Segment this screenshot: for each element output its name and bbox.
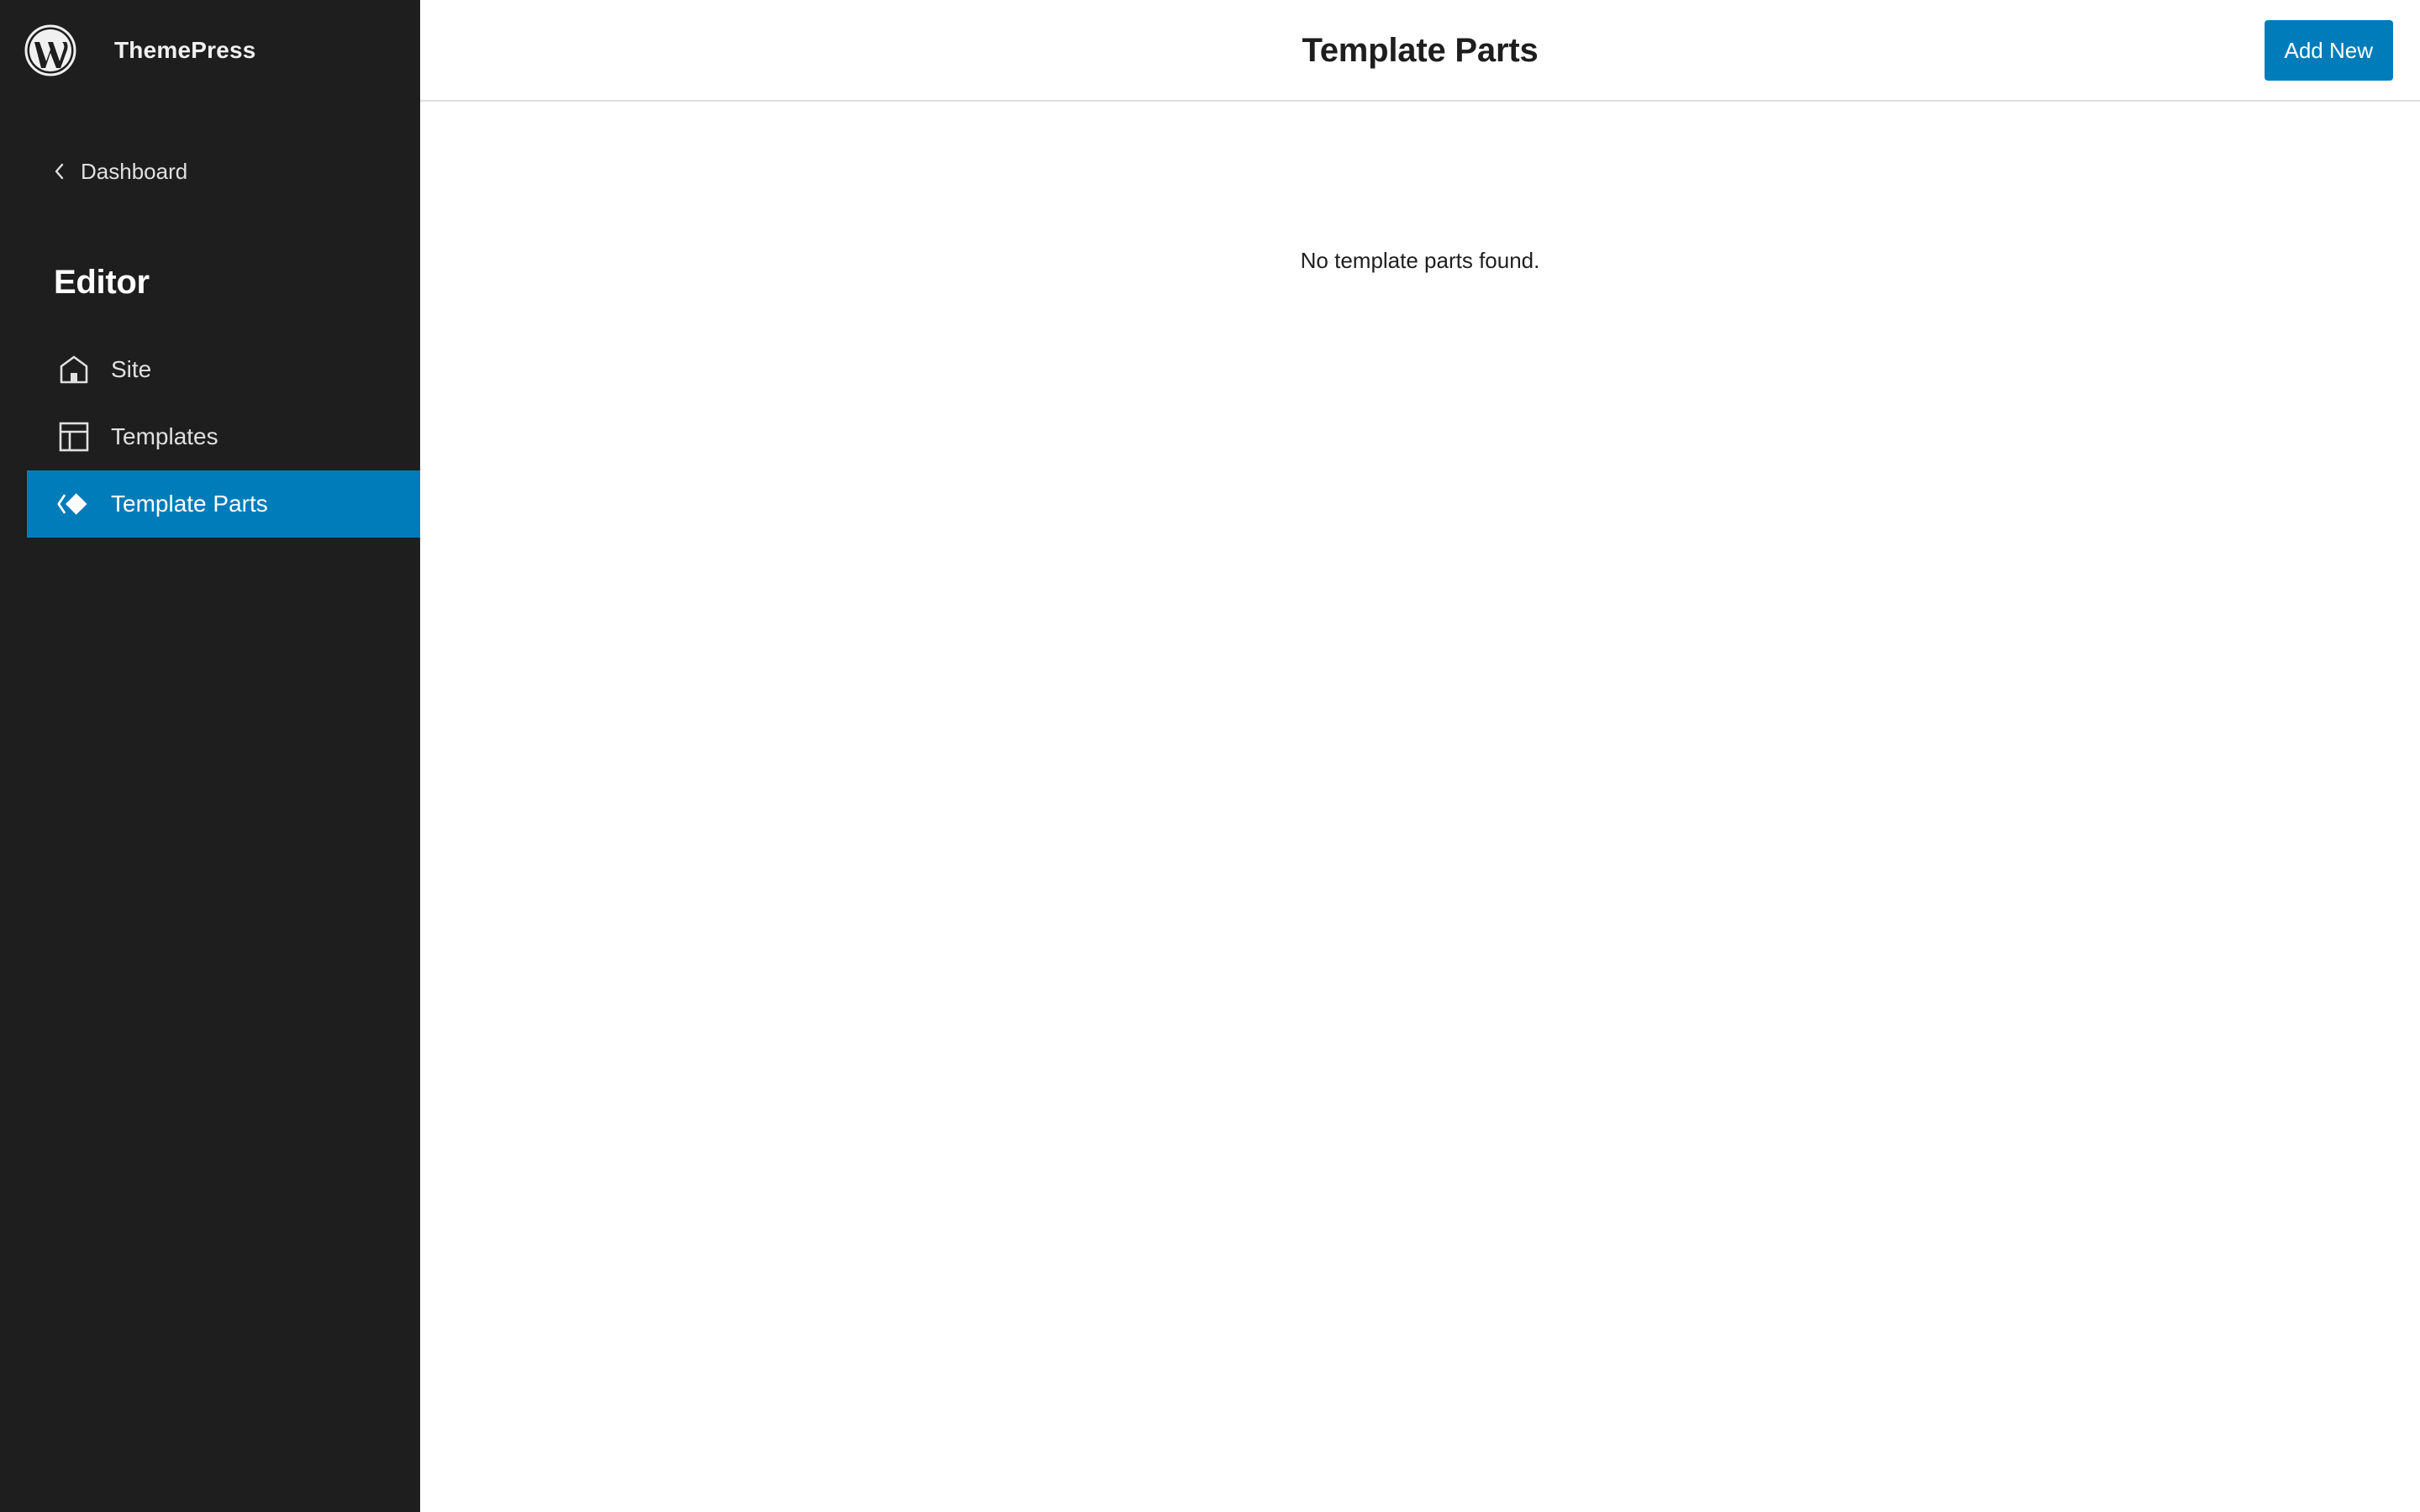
sidebar-item-site[interactable]: Site: [27, 336, 420, 403]
back-link-label: Dashboard: [81, 158, 188, 184]
symbol-filled-icon: [57, 487, 91, 521]
sidebar-item-template-parts[interactable]: Template Parts: [27, 470, 420, 538]
wordpress-logo-icon[interactable]: [24, 24, 76, 76]
home-icon: [57, 353, 91, 386]
site-editor-app: ThemePress Dashboard Editor Site Templat…: [0, 0, 2420, 1512]
sidebar-item-label: Templates: [111, 423, 218, 449]
back-to-dashboard-link[interactable]: Dashboard: [49, 153, 187, 190]
site-title[interactable]: ThemePress: [114, 34, 256, 67]
site-hub: ThemePress: [0, 0, 420, 101]
sidebar-nav: Site Templates Template Parts: [27, 336, 420, 538]
main-content: Template Parts Add New No template parts…: [420, 0, 2420, 1512]
page-header: Template Parts Add New: [420, 0, 2420, 102]
page-title: Template Parts: [1302, 31, 1539, 69]
layout-icon: [57, 420, 91, 454]
sidebar-section-title: Editor: [54, 264, 150, 301]
sidebar-item-templates[interactable]: Templates: [27, 403, 420, 470]
add-new-button[interactable]: Add New: [2264, 20, 2393, 81]
empty-state-message: No template parts found.: [1300, 248, 1540, 273]
sidebar-item-label: Template Parts: [111, 491, 268, 517]
sidebar-item-label: Site: [111, 356, 152, 382]
sidebar: ThemePress Dashboard Editor Site Templat…: [0, 0, 420, 1512]
chevron-left-icon: [49, 160, 71, 182]
